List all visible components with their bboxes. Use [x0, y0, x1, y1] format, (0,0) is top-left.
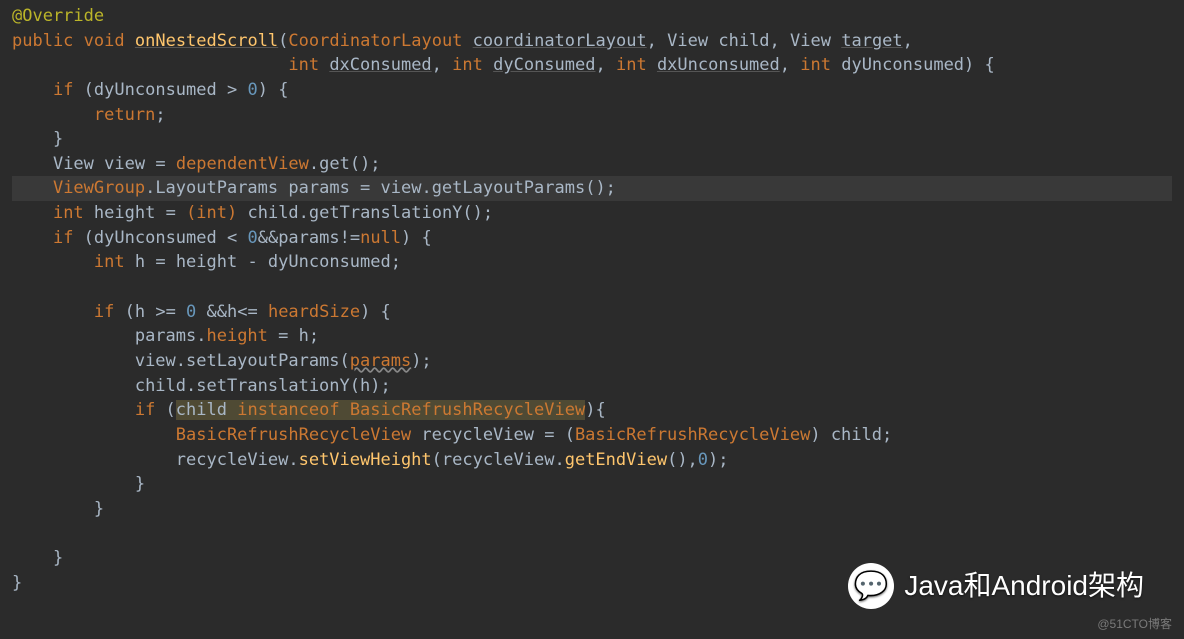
- inner-class: .LayoutParams: [145, 178, 278, 198]
- wechat-icon: 💬: [848, 563, 894, 609]
- expr: = height - dyUnconsumed;: [145, 252, 401, 272]
- var: dyUnconsumed: [94, 228, 217, 248]
- field: height: [206, 326, 267, 346]
- kw-if: if: [53, 80, 73, 100]
- param-type: View: [667, 31, 708, 51]
- kw-int: int: [288, 55, 319, 75]
- obj: recycleView.: [176, 450, 299, 470]
- code-editor[interactable]: @Override public void onNestedScroll(Coo…: [12, 4, 1172, 595]
- classref: BasicRefrushRecycleView: [176, 425, 411, 445]
- kw-int: int: [452, 55, 483, 75]
- var: dyUnconsumed: [94, 80, 217, 100]
- expr: ) child;: [810, 425, 892, 445]
- kw-instanceof: instanceof: [237, 400, 339, 420]
- var: height: [94, 203, 155, 223]
- method-call: setViewHeight: [299, 450, 432, 470]
- field: heardSize: [268, 302, 360, 322]
- op: >: [217, 80, 248, 100]
- expr: view.setLayoutParams(: [135, 351, 350, 371]
- stmt: child.setTranslationY(h);: [135, 376, 391, 396]
- kw-int: int: [800, 55, 831, 75]
- expr: params.: [135, 326, 207, 346]
- classref: ViewGroup: [53, 178, 145, 198]
- method-call: getEndView: [565, 450, 667, 470]
- param-name: child: [718, 31, 769, 51]
- classref: BasicRefrushRecycleView: [340, 400, 586, 420]
- var: params: [288, 178, 349, 198]
- expr: );: [708, 450, 728, 470]
- param-name: dyConsumed: [493, 55, 595, 75]
- number-literal: 0: [247, 228, 257, 248]
- expr: h >=: [135, 302, 186, 322]
- expr: );: [411, 351, 431, 371]
- expr: child.getTranslationY();: [237, 203, 493, 223]
- param-type: CoordinatorLayout: [288, 31, 462, 51]
- kw-int: int: [53, 203, 84, 223]
- param-type: View: [790, 31, 831, 51]
- param-name: coordinatorLayout: [473, 31, 647, 51]
- expr: recycleView = (: [411, 425, 575, 445]
- param-name: dxConsumed: [329, 55, 431, 75]
- expr: (recycleView.: [432, 450, 565, 470]
- number-literal: 0: [247, 80, 257, 100]
- kw-void: void: [84, 31, 125, 51]
- wechat-badge: 💬 Java和Android架构: [848, 563, 1144, 609]
- annotation: @Override: [12, 6, 104, 26]
- kw-if: if: [135, 400, 155, 420]
- number-literal: 0: [186, 302, 196, 322]
- param-name: dyUnconsumed: [841, 55, 964, 75]
- op: <: [217, 228, 248, 248]
- cast: (int): [186, 203, 237, 223]
- type: View: [53, 154, 94, 174]
- param-name: dxUnconsumed: [657, 55, 780, 75]
- arg: params: [350, 351, 411, 371]
- kw-public: public: [12, 31, 73, 51]
- kw-if: if: [94, 302, 114, 322]
- expr: = view.getLayoutParams();: [350, 178, 616, 198]
- kw-int: int: [616, 55, 647, 75]
- call: .get();: [309, 154, 381, 174]
- kw-if: if: [53, 228, 73, 248]
- kw-int: int: [94, 252, 125, 272]
- watermark: @51CTO博客: [1097, 616, 1172, 633]
- wechat-label: Java和Android架构: [904, 566, 1144, 607]
- var: h: [135, 252, 145, 272]
- expr: = h;: [268, 326, 319, 346]
- field: dependentView: [176, 154, 309, 174]
- number-literal: 0: [698, 450, 708, 470]
- expr: &&params!=: [258, 228, 360, 248]
- expr: (),: [667, 450, 698, 470]
- classref: BasicRefrushRecycleView: [575, 425, 810, 445]
- param-name: target: [841, 31, 902, 51]
- var: child: [176, 400, 237, 420]
- kw-return: return: [94, 105, 155, 125]
- kw-null: null: [360, 228, 401, 248]
- expr: &&h<=: [196, 302, 268, 322]
- method-name: onNestedScroll: [135, 31, 278, 51]
- var: view: [104, 154, 145, 174]
